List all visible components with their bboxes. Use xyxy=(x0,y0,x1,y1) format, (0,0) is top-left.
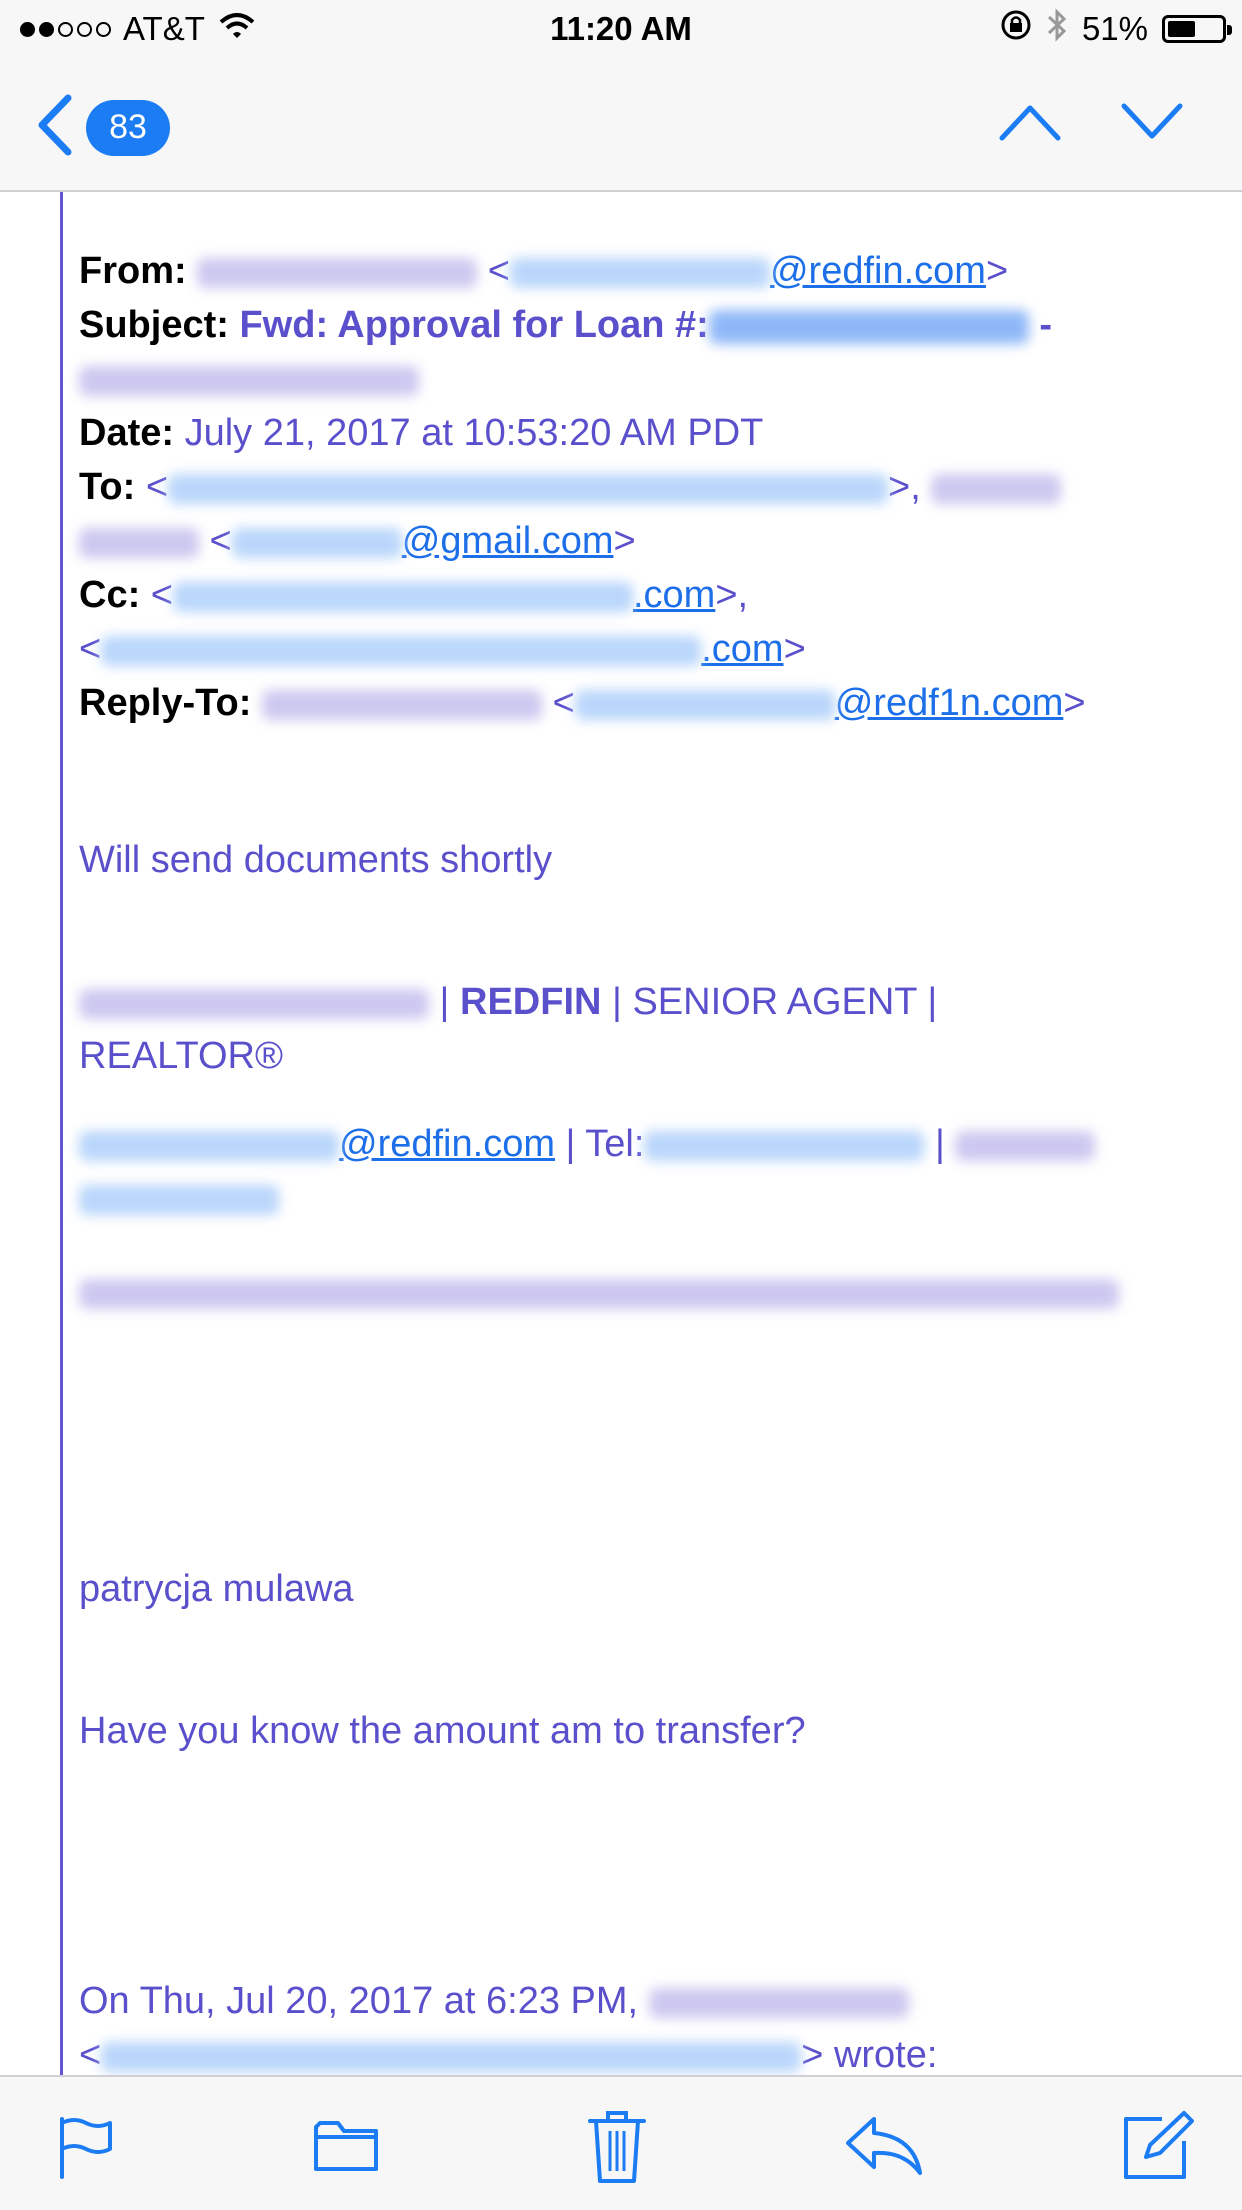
redacted-license-number xyxy=(79,1184,279,1215)
cc-email-link-2[interactable]: .com xyxy=(701,628,783,670)
battery-icon xyxy=(1162,15,1232,43)
navigation-bar: 83 xyxy=(0,60,1242,192)
redacted-name xyxy=(648,1987,909,2018)
date-value: July 21, 2017 at 10:53:20 AM PDT xyxy=(184,412,764,454)
subject-line: Subject: Fwd: Approval for Loan #: - xyxy=(79,298,1199,406)
signature-email-link[interactable]: @redfin.com xyxy=(339,1123,555,1165)
redacted-email xyxy=(168,473,889,504)
redacted-email xyxy=(79,1130,339,1161)
redacted-loan-number xyxy=(708,309,1029,344)
reply-to-line: Reply-To: < @redf1n.com> xyxy=(79,682,1086,724)
cc-line: Cc: < .com>, < .com> xyxy=(79,574,806,670)
date-line: Date: July 21, 2017 at 10:53:20 AM PDT xyxy=(79,406,1199,460)
cc-email-link-1[interactable]: .com xyxy=(633,574,715,616)
from-label: From: xyxy=(79,250,187,292)
signature-title: SENIOR AGENT xyxy=(632,981,917,1023)
unread-count-badge: 83 xyxy=(86,99,170,156)
signature-contact: @redfin.com | Tel: | xyxy=(79,1117,1199,1225)
trash-icon[interactable] xyxy=(586,2107,648,2190)
redacted-email xyxy=(231,527,402,558)
folder-icon[interactable] xyxy=(312,2115,380,2178)
battery-percent: 51% xyxy=(1081,10,1148,47)
redacted-name xyxy=(79,527,199,558)
signature-realtor: REALTOR® xyxy=(79,1035,283,1077)
redacted-email xyxy=(101,635,702,666)
redacted-license xyxy=(955,1130,1096,1161)
back-chevron-icon xyxy=(34,94,74,161)
reply-icon[interactable] xyxy=(844,2115,924,2182)
to-email-link[interactable]: @gmail.com xyxy=(402,520,614,562)
back-button[interactable]: 83 xyxy=(34,94,170,161)
redacted-subject-name xyxy=(79,365,419,396)
quote-intro: On Thu, Jul 20, 2017 at 6:23 PM, xyxy=(79,1980,639,2022)
message-body: From: < @redfin.com> Subject: Fwd: Approv… xyxy=(0,192,1242,2075)
next-message-icon[interactable] xyxy=(1120,102,1184,147)
body-line-1: Will send documents shortly xyxy=(79,839,553,881)
flag-icon[interactable] xyxy=(56,2115,114,2184)
redacted-phone xyxy=(644,1130,925,1161)
reply-to-label: Reply-To: xyxy=(79,682,252,724)
reply-to-email-link[interactable]: @redf1n.com xyxy=(835,682,1064,724)
from-email-link[interactable]: @redfin.com xyxy=(770,250,986,292)
redacted-address xyxy=(79,1278,1119,1309)
bottom-toolbar xyxy=(0,2075,1242,2210)
redacted-email xyxy=(509,257,770,288)
orientation-lock-icon xyxy=(1000,9,1032,49)
subject-label: Subject: xyxy=(79,304,229,346)
redacted-name xyxy=(79,988,429,1019)
from-line: From: < @redfin.com> xyxy=(79,250,1009,292)
redacted-name xyxy=(931,473,1062,504)
bluetooth-icon xyxy=(1046,8,1068,50)
date-label: Date: xyxy=(79,412,175,454)
quote-wrote: wrote: xyxy=(833,2034,938,2075)
signature-block: | REDFIN | SENIOR AGENT | REALTOR® xyxy=(79,981,938,1077)
subject-text: Fwd: Approval for Loan #: xyxy=(239,304,709,346)
quote-bar xyxy=(60,192,63,2075)
redacted-email xyxy=(172,581,633,612)
status-bar: AT&T 11:20 AM 51% xyxy=(0,0,1242,60)
previous-message-icon[interactable] xyxy=(998,102,1062,147)
signature-company: REDFIN xyxy=(460,981,602,1023)
subject-dash: - xyxy=(1039,304,1053,346)
question-line: Have you know the amount am to transfer? xyxy=(79,1710,806,1752)
to-line: To: < >, < @gmail.com> xyxy=(79,460,1199,568)
redacted-name xyxy=(197,257,478,288)
signature-tel-label: Tel: xyxy=(585,1123,645,1165)
cc-label: Cc: xyxy=(79,574,141,616)
redacted-name xyxy=(261,689,542,720)
redacted-email xyxy=(574,689,835,720)
sender-name: patrycja mulawa xyxy=(79,1568,354,1610)
compose-icon[interactable] xyxy=(1122,2109,1196,2186)
quote-attribution: On Thu, Jul 20, 2017 at 6:23 PM, < > wrot… xyxy=(79,1980,938,2075)
forwarded-header: From: < @redfin.com> Subject: Fwd: Approv… xyxy=(79,244,1199,730)
redacted-email xyxy=(101,2041,802,2072)
signature-address xyxy=(79,1265,1199,1319)
to-label: To: xyxy=(79,466,136,508)
